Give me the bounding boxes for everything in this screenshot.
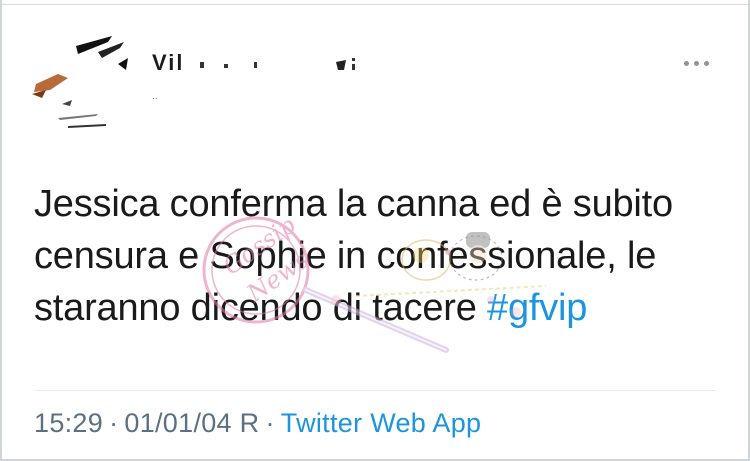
tweet-text-line: Jessica conferma la canna ed è subito (34, 183, 673, 225)
tweet-time[interactable]: 15:29 (34, 408, 103, 438)
tweet-text-fragment: staranno dicendo di tacere (34, 287, 488, 329)
avatar[interactable] (28, 34, 138, 134)
more-options-button[interactable] (678, 55, 714, 71)
tweet-date[interactable]: 01/01/04 R (124, 408, 259, 438)
separator: · (109, 408, 119, 438)
tweet-source-link[interactable]: Twitter Web App (281, 408, 482, 438)
name-redaction (180, 50, 380, 80)
more-horizontal-icon (703, 60, 709, 66)
tweet-text: Jessica conferma la canna ed è subito ce… (34, 178, 724, 334)
divider (34, 390, 716, 391)
separator: · (265, 408, 275, 438)
more-horizontal-icon (693, 60, 699, 66)
tweet-header: Vil .. (0, 0, 750, 150)
tweet-text-line: censura e Sophie in confessionale, le (34, 235, 657, 277)
tweet-metadata: 15:29 · 01/01/04 R · Twitter Web App (34, 408, 481, 439)
tweet-text-line: staranno dicendo di tacere #gfvip (34, 282, 724, 334)
author-handle[interactable]: .. (152, 92, 182, 102)
more-horizontal-icon (683, 60, 689, 66)
tweet-card: Vil .. Jessica conferma la canna ed è su… (0, 0, 750, 461)
author-handle-text: .. (152, 91, 158, 102)
hashtag-link[interactable]: #gfvip (487, 287, 587, 329)
